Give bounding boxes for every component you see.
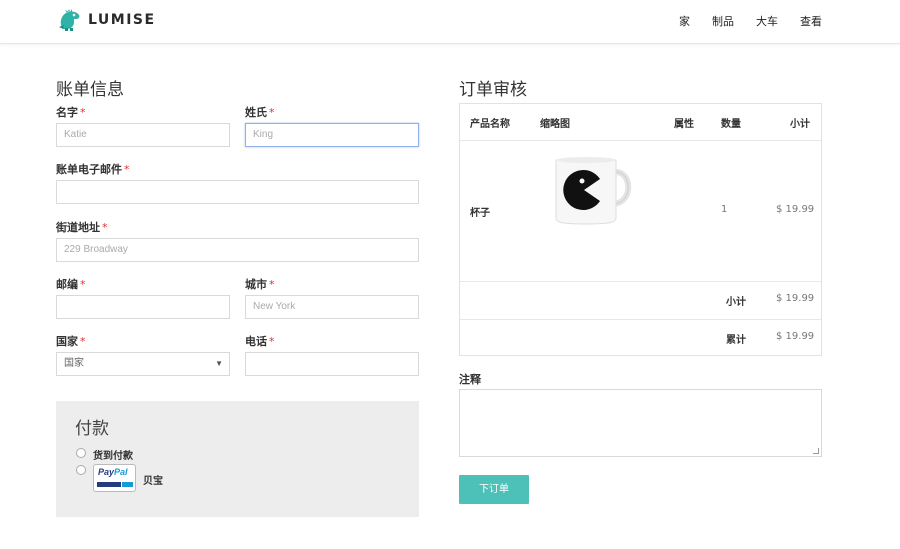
nav-item-products[interactable]: 制品 [712, 13, 734, 29]
item-name: 杯子 [470, 208, 490, 219]
zip-label: 邮编 * [56, 278, 86, 291]
country-select[interactable]: 国家 ▼ [56, 352, 230, 376]
cod-radio[interactable] [76, 448, 86, 458]
resize-handle-icon[interactable] [813, 448, 819, 454]
th-quantity: 数量 [721, 119, 741, 130]
email-input[interactable] [56, 180, 419, 204]
nav-item-home[interactable]: 家 [679, 13, 690, 29]
phone-input[interactable] [245, 352, 419, 376]
dinosaur-logo-icon [59, 9, 80, 31]
email-label: 账单电子邮件 * [56, 163, 130, 176]
last-name-label: 姓氏 * [245, 106, 275, 119]
required-mark: * [269, 335, 275, 348]
mug-thumbnail-image [555, 157, 632, 225]
street-label: 街道地址 * [56, 221, 108, 234]
dropdown-arrow-icon: ▼ [215, 359, 223, 368]
paypal-radio[interactable] [76, 465, 86, 475]
street-input[interactable]: 229 Broadway [56, 238, 419, 262]
subtotal-label: 小计 [726, 297, 746, 308]
th-subtotal: 小计 [790, 119, 810, 130]
paypal-card-stripe [97, 482, 121, 487]
order-review-title: 订单审核 [459, 80, 527, 100]
required-mark: * [269, 106, 275, 119]
first-name-input[interactable]: Katie [56, 123, 230, 147]
last-name-input[interactable]: King [245, 123, 419, 147]
total-value: $ 19.99 [776, 331, 815, 342]
paypal-logo-text: PayPal [98, 467, 128, 477]
logo-text: LUMISE [88, 12, 156, 28]
required-mark: * [80, 106, 86, 119]
country-selected-value: 国家 [64, 358, 84, 369]
row-divider [460, 281, 821, 282]
th-product-name: 产品名称 [470, 119, 510, 130]
first-name-label: 名字 * [56, 106, 86, 119]
required-mark: * [269, 278, 275, 291]
nav-item-cart[interactable]: 大车 [756, 13, 778, 29]
place-order-button[interactable]: 下订单 [459, 475, 529, 504]
payment-panel: 付款 货到付款 PayPal 贝宝 [56, 401, 419, 517]
country-label: 国家 * [56, 335, 86, 348]
payment-title: 付款 [75, 419, 109, 439]
notes-textarea[interactable] [459, 389, 822, 457]
zip-input[interactable] [56, 295, 230, 319]
site-header: LUMISE 家 制品 大车 查看 [0, 0, 900, 44]
row-divider [460, 319, 821, 320]
paypal-card-stripe-accent [122, 482, 133, 487]
required-mark: * [80, 335, 86, 348]
logo[interactable]: LUMISE [57, 7, 156, 31]
phone-label: 电话 * [245, 335, 275, 348]
required-mark: * [80, 278, 86, 291]
cod-label: 货到付款 [93, 451, 133, 462]
main-nav: 家 制品 大车 查看 [657, 13, 822, 29]
billing-title: 账单信息 [56, 80, 124, 100]
th-thumbnail: 缩略图 [540, 119, 570, 130]
required-mark: * [102, 221, 108, 234]
total-label: 累计 [726, 335, 746, 346]
item-quantity: 1 [721, 204, 728, 215]
order-table: 产品名称 缩略图 属性 数量 小计 杯子 1 $ 19.99 小计 $ 19.9… [459, 103, 822, 356]
city-label: 城市 * [245, 278, 275, 291]
subtotal-value: $ 19.99 [776, 293, 815, 304]
nav-item-checkout[interactable]: 查看 [800, 13, 822, 29]
item-price: $ 19.99 [776, 204, 815, 215]
paypal-label: 贝宝 [143, 476, 163, 487]
paypal-logo: PayPal [93, 464, 136, 492]
required-mark: * [124, 163, 130, 176]
notes-label: 注释 [459, 373, 481, 386]
city-input[interactable]: New York [245, 295, 419, 319]
row-divider [460, 140, 821, 141]
th-attributes: 属性 [674, 119, 694, 130]
